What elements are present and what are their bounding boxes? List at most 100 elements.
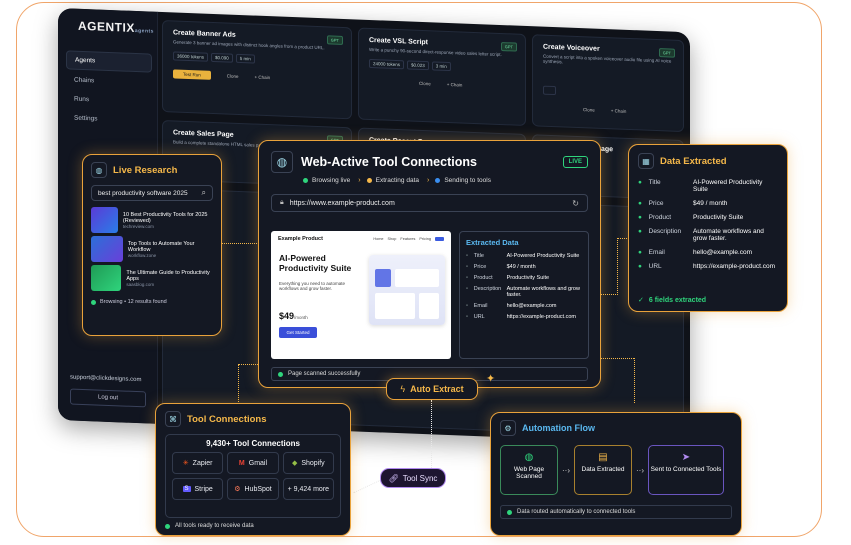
field-icon: ▫ <box>466 275 468 281</box>
tool-hubspot[interactable]: ⚙ HubSpot <box>227 478 279 500</box>
fields-footer: ✓ 6 fields extracted <box>638 296 706 305</box>
field-value: AI-Powered Productivity Suite <box>506 253 580 259</box>
result-thumbnail <box>91 207 118 233</box>
link-icon: 🔗︎ <box>388 473 399 483</box>
document-icon: ▤ <box>598 452 608 463</box>
auto-extract-label: Auto Extract <box>410 384 464 394</box>
zapier-icon: ✳ <box>182 460 189 467</box>
list-item[interactable]: 10 Best Productivity Tools for 2025 (Rev… <box>91 207 213 233</box>
connector-automation <box>600 358 634 359</box>
field-label: URL <box>473 314 485 320</box>
preview-price: $49 <box>279 311 295 321</box>
chevron-right-icon: › <box>427 177 430 184</box>
connector-research-main <box>221 243 259 244</box>
panel-title: Data Extracted <box>660 155 727 167</box>
preview-subtext: Everything you need to automate workflow… <box>279 281 346 291</box>
field-value: Automate workflows and grow faster. <box>506 286 580 298</box>
step-label: Web Page Scanned <box>513 466 545 480</box>
tool-sync-badge[interactable]: 🔗︎ Tool Sync <box>380 468 446 488</box>
result-source: techreview.com <box>122 223 154 229</box>
preview-cta-button[interactable]: Get Started <box>279 327 317 338</box>
support-email[interactable]: support@clickdesigns.com <box>70 374 141 383</box>
tool-label: Stripe <box>194 485 213 493</box>
extracted-row: ▫ Email hello@example.com <box>466 303 582 309</box>
refresh-icon[interactable]: ↻ <box>572 199 579 208</box>
preview-nav-features: Features <box>400 237 416 241</box>
globe-icon: ◍ <box>524 452 534 463</box>
status-text: All tools ready to receive data <box>175 523 254 529</box>
clone-button[interactable]: Clone <box>583 107 595 112</box>
field-value: Productivity Suite <box>506 275 550 281</box>
agent-card[interactable]: Create Voiceover GPT Convert a script in… <box>532 34 684 133</box>
field-label: Email <box>648 249 665 256</box>
sidebar-item-runs[interactable]: Runs <box>66 90 152 110</box>
result-title: The Ultimate Guide to Productivity Apps <box>126 269 210 282</box>
chain-button[interactable]: + Chain <box>447 82 463 88</box>
result-source: workflow.zone <box>127 252 157 258</box>
more-tools[interactable]: + 9,424 more <box>282 478 334 500</box>
list-item[interactable]: The Ultimate Guide to Productivity Apps s… <box>91 265 213 291</box>
chain-button[interactable]: + Chain <box>611 108 627 114</box>
chain-button[interactable]: + Chain <box>255 75 271 81</box>
field-value: Automate workflows and grow faster. <box>693 228 764 242</box>
field-label: Email <box>473 303 488 309</box>
arrow-right-icon: ··› <box>562 465 570 475</box>
field-row: ● Description Automate workflows and grow … <box>638 228 778 242</box>
url-text: https://www.example-product.com <box>289 199 395 207</box>
time-chip: 5 min <box>235 53 255 64</box>
field-value: $49 / month <box>506 264 536 270</box>
field-value: Productivity Suite <box>693 214 744 221</box>
results-list: 10 Best Productivity Tools for 2025 (Rev… <box>91 207 213 291</box>
tools-grid: 9,430+ Tool Connections ✳ Zapier M Gmail ◆… <box>165 434 341 518</box>
tool-gmail[interactable]: M Gmail <box>227 452 279 474</box>
search-icon[interactable]: ⌕ <box>202 188 206 198</box>
test-run-button[interactable]: Test Run <box>173 69 211 80</box>
field-value: hello@example.com <box>693 249 753 256</box>
connections-icon: ⌘ <box>165 411 181 427</box>
automation-status: Data routed automatically to connected t… <box>500 505 732 519</box>
main-panel: ◍ Web-Active Tool Connections LIVE Brows… <box>258 140 601 388</box>
result-thumbnail <box>91 236 123 262</box>
sidebar-item-agents[interactable]: Agents <box>66 50 152 73</box>
list-item[interactable]: Top Tools to Automate Your Workflow workf… <box>91 236 213 262</box>
sidebar-item-settings[interactable]: Settings <box>66 109 152 129</box>
research-search-box[interactable]: best productivity software 2025 ⌕ <box>91 185 213 201</box>
arrow-right-icon: ··› <box>636 465 644 475</box>
logout-button[interactable]: Log out <box>70 388 146 408</box>
field-label: Description <box>648 228 682 235</box>
sidebar-item-chains[interactable]: Chains <box>66 71 152 91</box>
tool-stripe[interactable]: S Stripe <box>172 478 224 500</box>
url-bar[interactable]: 🔒︎ https://www.example-product.com ↻ <box>271 194 588 212</box>
tool-shopify[interactable]: ◆ Shopify <box>282 452 334 474</box>
flow-step-scanned: ◍ Web Page Scanned <box>500 445 558 495</box>
flow-step-sent: ➤ Sent to Connected Tools <box>648 445 724 495</box>
check-circle-icon: ● <box>638 214 642 221</box>
cost-chip: $0.023 <box>407 60 429 71</box>
agent-card[interactable]: Create VSL Script GPT Write a punchy 90-… <box>358 27 526 126</box>
agent-card[interactable]: Create Banner Ads GPT Generate 3 banner … <box>162 19 352 120</box>
field-value: $49 / month <box>693 200 728 207</box>
field-label: Product <box>473 275 493 281</box>
panel-title: Tool Connections <box>187 413 267 425</box>
field-label: URL <box>648 263 662 270</box>
scan-status-text: Page scanned successfully <box>288 371 361 377</box>
clone-button[interactable]: Clone <box>227 73 239 78</box>
tool-zapier[interactable]: ✳ Zapier <box>172 452 224 474</box>
preview-dashboard-image <box>369 255 445 325</box>
field-value: AI-Powered Productivity Suite <box>693 179 763 193</box>
status-dot-icon <box>366 178 372 183</box>
stripe-icon: S <box>182 486 191 492</box>
lock-icon: 🔒︎ <box>280 199 284 206</box>
extracted-data-box: Extracted Data ▫ Title AI-Powered Producti… <box>459 231 589 359</box>
status-chip <box>543 85 557 96</box>
status-dot-icon <box>435 178 441 183</box>
clone-button[interactable]: Clone <box>419 81 431 86</box>
auto-extract-button[interactable]: ϟ Auto Extract <box>386 378 478 400</box>
extracted-row: ▫ Title AI-Powered Productivity Suite <box>466 253 582 259</box>
extracted-row: ▫ Product Productivity Suite <box>466 275 582 281</box>
tool-label: Gmail <box>248 459 268 467</box>
extracted-row: ▫ Price $49 / month <box>466 264 582 270</box>
time-chip: 3 min <box>431 61 451 72</box>
step-label: Browsing live <box>312 177 351 184</box>
preview-nav-home: Home <box>373 237 384 241</box>
